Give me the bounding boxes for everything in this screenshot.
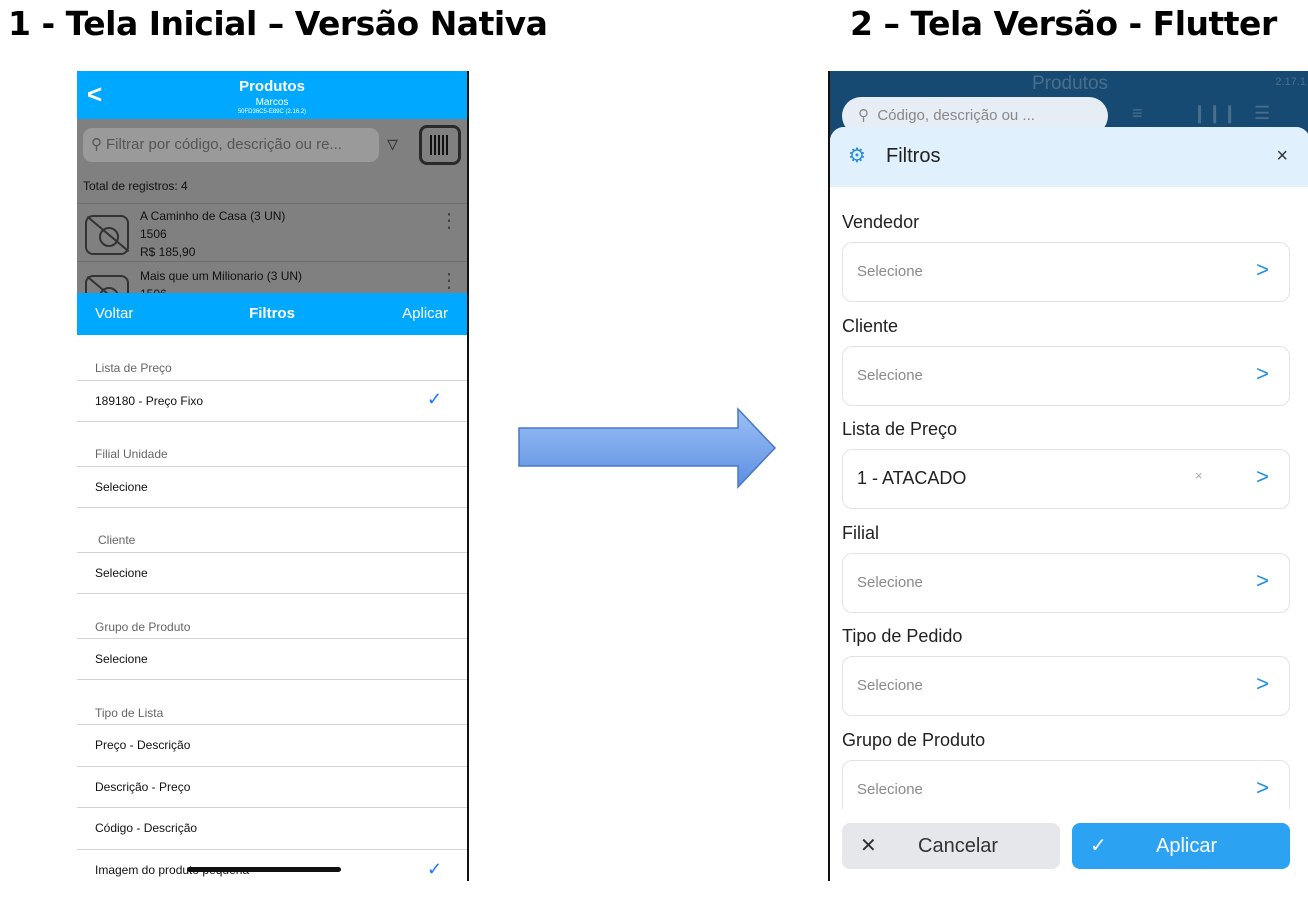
native-header: < Produtos Marcos 50FD36C5-E89C (2.16.2) (77, 71, 467, 119)
filter-sheet-title: Filtros (886, 145, 941, 167)
filter-bar: Voltar Filtros Aplicar (77, 293, 467, 335)
client-select[interactable]: Selecione (95, 566, 148, 580)
filial-select[interactable]: Selecione > (842, 553, 1290, 613)
price-list-option[interactable]: 189180 - Preço Fixo (95, 394, 203, 408)
chevron-right-icon: > (1256, 568, 1269, 593)
list-type-option[interactable]: Código - Descrição (95, 821, 197, 835)
clear-icon[interactable]: × (1195, 468, 1203, 483)
chevron-right-icon: > (1256, 775, 1269, 800)
app-version: 2.17.1 (1275, 76, 1306, 88)
native-screen: < Produtos Marcos 50FD36C5-E89C (2.16.2)… (77, 71, 469, 881)
search-icon: ⚲ (858, 107, 869, 124)
tipo-pedido-select[interactable]: Selecione > (842, 656, 1290, 716)
product-group-select[interactable]: Selecione (95, 652, 148, 666)
flutter-search-placeholder: Código, descrição ou ... (877, 107, 1035, 124)
chevron-right-icon: > (1256, 257, 1269, 282)
chevron-right-icon: > (1256, 671, 1269, 696)
sliders-icon: ⚙ (848, 145, 866, 167)
product-name: Mais que um Milionario (3 UN) (140, 269, 303, 283)
cancel-label: Cancelar (918, 835, 999, 857)
list-type-option[interactable]: Preço - Descrição (95, 738, 190, 752)
barcode-icon[interactable] (419, 125, 461, 165)
chevron-right-icon: > (1256, 361, 1269, 386)
native-search-input[interactable]: ⚲ Filtrar por código, descrição ou re... (83, 128, 379, 162)
branch-select[interactable]: Selecione (95, 480, 148, 494)
more-icon[interactable]: ⋮ (439, 271, 459, 291)
filter-icon[interactable]: ☰ (1254, 103, 1270, 124)
apply-button[interactable]: ✓ Aplicar (1072, 823, 1290, 869)
check-icon: ✓ (427, 859, 443, 879)
field-value: Selecione (857, 677, 923, 694)
aplicar-button[interactable]: Aplicar (402, 305, 448, 322)
native-user: Marcos (255, 97, 289, 108)
field-label: Vendedor (842, 212, 920, 232)
section-client: Cliente (98, 533, 136, 547)
apply-label: Aplicar (1156, 835, 1218, 857)
cancel-button[interactable]: ✕ Cancelar (842, 823, 1060, 869)
field-label: Cliente (842, 316, 899, 336)
chevron-right-icon: > (1256, 464, 1269, 489)
native-product-list: ⚲ Filtrar por código, descrição ou re... … (77, 119, 467, 315)
sort-icon[interactable]: ≡ (1132, 103, 1143, 124)
barcode-icon[interactable]: ❙❙❙ (1192, 103, 1237, 124)
section-list-type: Tipo de Lista (95, 706, 164, 720)
check-icon: ✓ (427, 389, 443, 409)
native-device-id: 50FD36C5-E89C (2.16.2) (237, 109, 307, 115)
vendedor-select[interactable]: Selecione > (842, 242, 1290, 302)
right-heading: 2 – Tela Versão - Flutter (850, 4, 1277, 43)
close-icon: ✕ (860, 835, 877, 857)
list-type-option[interactable]: Descrição - Preço (95, 780, 190, 794)
check-icon: ✓ (1090, 835, 1107, 857)
product-name: A Caminho de Casa (3 UN) (140, 209, 286, 223)
native-search-placeholder: Filtrar por código, descrição ou re... (106, 136, 342, 153)
field-label: Filial (842, 523, 880, 543)
left-heading: 1 - Tela Inicial – Versão Nativa (8, 4, 548, 43)
field-value: 1 - ATACADO (857, 468, 967, 488)
total-records: Total de registros: 4 (83, 179, 188, 193)
sheet-footer: ✕ Cancelar ✓ Aplicar (830, 809, 1308, 881)
product-code: 1506 (140, 227, 167, 241)
section-product-group: Grupo de Produto (95, 620, 191, 634)
filter-sheet: ⚙ Filtros × Vendedor Selecione > Cliente… (830, 127, 1308, 881)
close-icon[interactable]: × (1276, 145, 1288, 168)
field-value: Selecione (857, 781, 923, 798)
right-arrow-icon (518, 407, 777, 489)
home-indicator[interactable] (187, 867, 341, 872)
flutter-title: Produtos (1031, 73, 1109, 94)
field-value: Selecione (857, 263, 923, 280)
field-value: Selecione (857, 367, 923, 384)
search-icon: ⚲ (91, 136, 102, 153)
lista-preco-select[interactable]: 1 - ATACADO × > (842, 449, 1290, 509)
native-title: Produtos (239, 78, 305, 95)
field-label: Lista de Preço (842, 419, 958, 439)
product-price: R$ 185,90 (140, 245, 196, 259)
more-icon[interactable]: ⋮ (439, 211, 459, 231)
field-value: Selecione (857, 574, 923, 591)
flutter-screen: Produtos 2.17.1 ⚲ Código, descrição ou .… (828, 71, 1308, 881)
filter-sheet-header: ⚙ Filtros × (830, 127, 1308, 187)
cliente-select[interactable]: Selecione > (842, 346, 1290, 406)
filter-icon[interactable]: ▿ (387, 131, 398, 157)
field-label: Grupo de Produto (842, 730, 986, 750)
section-branch: Filial Unidade (95, 447, 168, 461)
section-price-list: Lista de Preço (95, 361, 172, 375)
field-label: Tipo de Pedido (842, 626, 963, 646)
no-image-icon (85, 215, 129, 255)
